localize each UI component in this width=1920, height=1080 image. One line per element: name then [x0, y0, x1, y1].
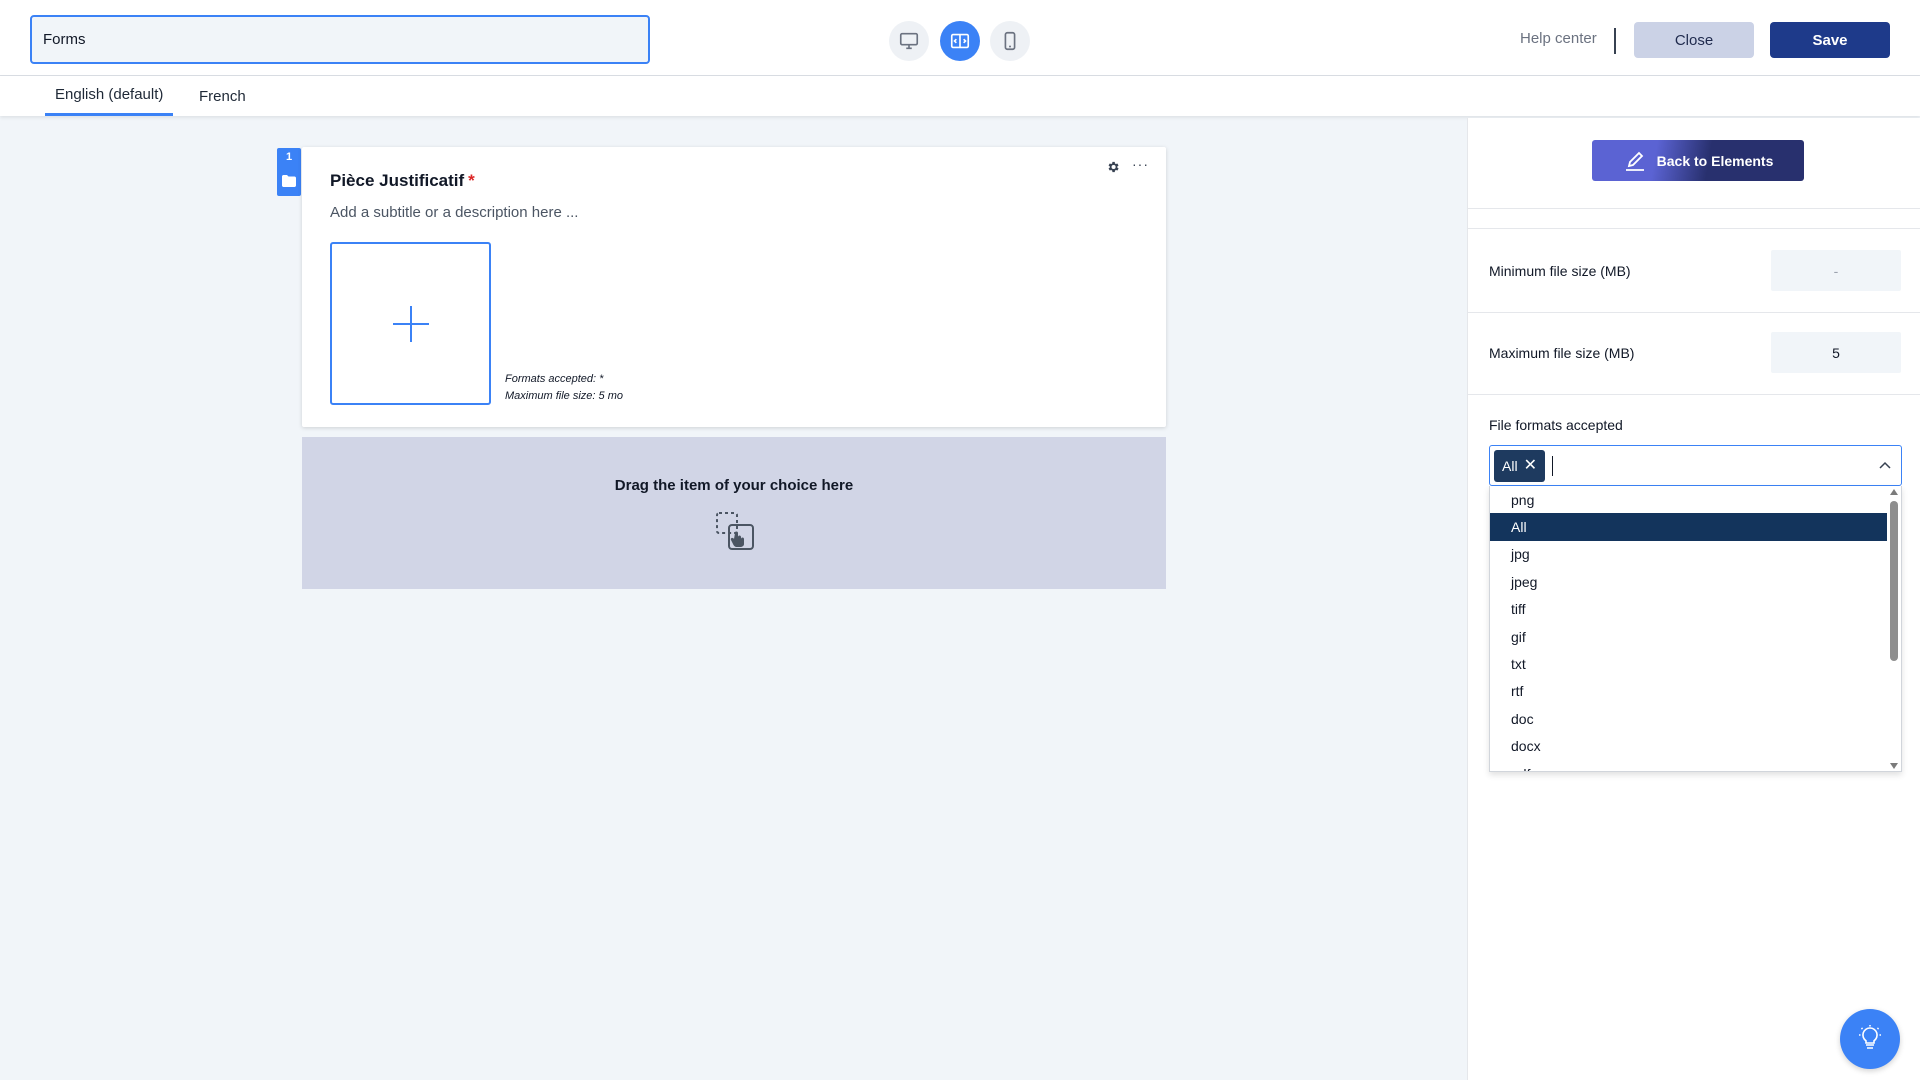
min-file-size-label: Minimum file size (MB)	[1489, 263, 1631, 279]
element-subtitle[interactable]: Add a subtitle or a description here ...	[330, 204, 578, 221]
split-screen-icon	[950, 33, 970, 49]
tab-french[interactable]: French	[199, 76, 246, 116]
close-button[interactable]: Close	[1634, 22, 1754, 58]
tips-button[interactable]	[1840, 1009, 1900, 1069]
format-option[interactable]: png	[1490, 486, 1888, 513]
element-drop-zone[interactable]: Drag the item of your choice here	[302, 437, 1166, 589]
element-index-badge[interactable]: 1	[277, 148, 301, 196]
save-button[interactable]: Save	[1770, 22, 1890, 58]
text-caret	[1552, 456, 1553, 476]
edit-icon	[1625, 151, 1644, 171]
format-option[interactable]: pdf	[1490, 760, 1888, 771]
chip-label: All	[1502, 458, 1518, 474]
panel-divider	[1468, 208, 1920, 209]
max-file-size-label: Maximum file size (MB)	[1489, 345, 1635, 361]
format-option[interactable]: gif	[1490, 623, 1888, 650]
max-file-size-input[interactable]	[1771, 332, 1901, 373]
back-to-elements-label: Back to Elements	[1656, 152, 1774, 169]
format-option[interactable]: txt	[1490, 650, 1888, 677]
min-file-size-input[interactable]	[1771, 250, 1901, 291]
scroll-up-icon[interactable]	[1890, 489, 1898, 495]
chevron-up-icon[interactable]	[1877, 458, 1893, 474]
scrollbar-thumb[interactable]	[1890, 501, 1898, 661]
panel-divider	[1468, 394, 1920, 395]
top-bar: Help center Close Save	[0, 0, 1920, 76]
panel-divider	[1468, 312, 1920, 313]
formats-note: Formats accepted: *	[505, 373, 604, 385]
selected-format-chip: All ✕	[1494, 450, 1545, 482]
lightbulb-icon	[1859, 1025, 1881, 1049]
format-option[interactable]: docx	[1490, 733, 1888, 760]
file-formats-dropdown: pngAlljpgjpegtiffgiftxtrtfdocdocxpdfsvga…	[1489, 486, 1902, 772]
format-options-list: pngAlljpgjpegtiffgiftxtrtfdocdocxpdfsvga…	[1490, 486, 1888, 771]
mobile-view-button[interactable]	[990, 21, 1030, 61]
format-option[interactable]: tiff	[1490, 596, 1888, 623]
upload-constraints: Formats accepted: * Maximum file size: 5…	[505, 371, 623, 405]
file-formats-select[interactable]: All ✕	[1489, 445, 1902, 486]
element-index-number: 1	[285, 151, 293, 163]
format-option[interactable]: rtf	[1490, 678, 1888, 705]
chip-remove-icon[interactable]: ✕	[1524, 458, 1537, 474]
form-title-input[interactable]	[30, 15, 650, 64]
smartphone-icon	[1004, 31, 1016, 51]
file-formats-label: File formats accepted	[1489, 417, 1623, 433]
drop-zone-label: Drag the item of your choice here	[614, 477, 854, 494]
format-option[interactable]: doc	[1490, 705, 1888, 732]
format-option[interactable]: jpeg	[1490, 568, 1888, 595]
file-upload-element-card[interactable]: Pièce Justificatif * Add a subtitle or a …	[302, 147, 1166, 427]
panel-divider	[1468, 228, 1920, 229]
header-divider	[1614, 28, 1616, 54]
format-option[interactable]: All	[1490, 513, 1888, 541]
file-upload-dropzone[interactable]	[330, 242, 491, 405]
more-options-icon[interactable]: ···	[1132, 156, 1149, 172]
properties-panel: Back to Elements Minimum file size (MB) …	[1467, 118, 1920, 1080]
gear-icon[interactable]	[1106, 160, 1120, 174]
help-center-link[interactable]: Help center	[1520, 30, 1597, 47]
dropdown-scrollbar[interactable]	[1887, 486, 1901, 771]
tab-english[interactable]: English (default)	[45, 76, 174, 116]
drag-select-icon	[716, 512, 754, 550]
folder-icon	[282, 175, 296, 187]
language-tabs: English (default) French	[0, 76, 1920, 116]
element-title[interactable]: Pièce Justificatif *	[330, 171, 475, 191]
scroll-down-icon[interactable]	[1890, 763, 1898, 769]
max-size-note: Maximum file size: 5 mo	[505, 390, 623, 402]
back-to-elements-button[interactable]: Back to Elements	[1592, 140, 1804, 181]
format-option[interactable]: jpg	[1490, 541, 1888, 568]
desktop-view-button[interactable]	[889, 21, 929, 61]
required-marker: *	[468, 171, 475, 190]
split-view-button[interactable]	[940, 21, 980, 61]
plus-icon	[393, 306, 429, 342]
monitor-icon	[899, 32, 919, 50]
